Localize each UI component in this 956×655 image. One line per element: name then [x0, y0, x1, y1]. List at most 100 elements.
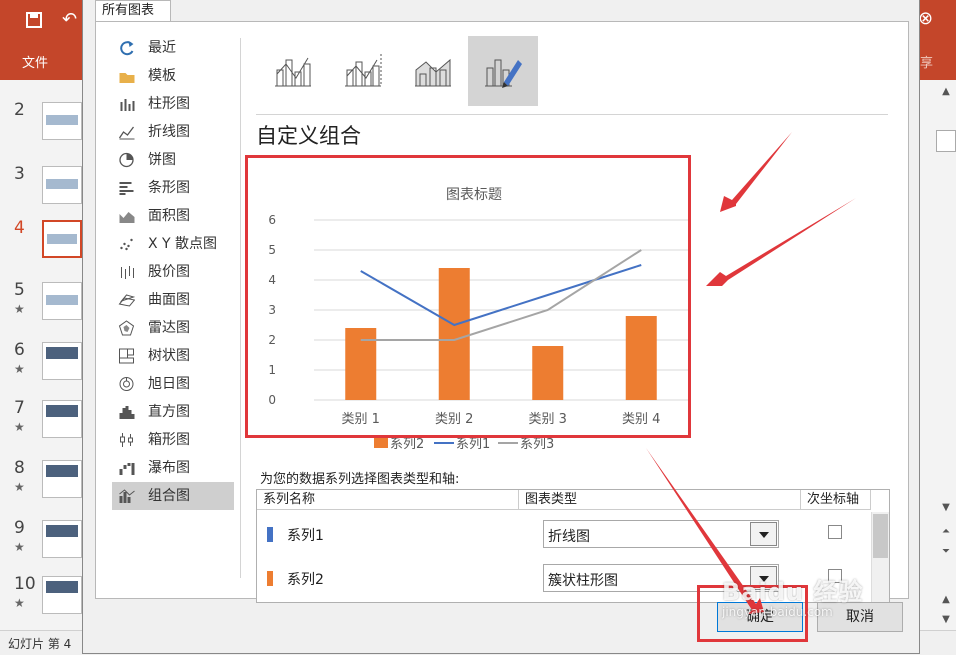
- chart-type-item[interactable]: 折线图: [112, 118, 234, 146]
- chart-type-label: 饼图: [148, 152, 176, 168]
- save-icon[interactable]: [26, 12, 42, 28]
- animation-star-icon: ★: [14, 420, 25, 434]
- chart-type-label: 瀑布图: [148, 460, 190, 476]
- legend-swatch: [374, 438, 388, 448]
- chart-type-list: 最近模板柱形图折线图饼图条形图面积图 X Y 散点图 股价图曲面图雷达图树状图旭日图…: [112, 34, 234, 510]
- series-row: 系列1 折线图: [257, 512, 877, 556]
- thumbnail-content: [46, 179, 78, 189]
- slide-counter: 幻灯片 第 4: [8, 637, 72, 651]
- chart-type-item[interactable]: 模板: [112, 62, 234, 90]
- slide-thumbnail[interactable]: [42, 576, 82, 614]
- chart-type-label: 树状图: [148, 348, 190, 364]
- scroll-down-icon[interactable]: ▼: [938, 500, 954, 516]
- slide-number: 10: [14, 574, 36, 594]
- close-icon[interactable]: ⊗: [918, 8, 933, 29]
- share-icon[interactable]: 享: [920, 52, 933, 71]
- slide-thumbnail[interactable]: [42, 342, 82, 380]
- slide-number: 2: [14, 100, 25, 120]
- chart-type-item[interactable]: 最近: [112, 34, 234, 62]
- slide-thumbnail-row[interactable]: 5 ★: [0, 280, 84, 338]
- clustered-column-line-icon[interactable]: [258, 36, 328, 106]
- thumb-scroll-down-icon[interactable]: ▼: [938, 612, 954, 628]
- slide-thumbnail-row[interactable]: 6 ★: [0, 340, 84, 398]
- chart-type-item[interactable]: 面积图: [112, 202, 234, 230]
- stock-chart-icon: [121, 266, 134, 279]
- slide-thumbnail[interactable]: [42, 460, 82, 498]
- slide-number: 6: [14, 340, 25, 360]
- highlight-frame-ok: [697, 585, 808, 642]
- series-table-scrollbar[interactable]: [871, 512, 889, 602]
- slide-thumbnail[interactable]: [42, 166, 82, 204]
- divider: [240, 38, 241, 578]
- secondary-axis-checkbox[interactable]: [828, 569, 842, 583]
- slide-thumbnail[interactable]: [42, 400, 82, 438]
- series-color-swatch: [267, 571, 273, 586]
- slide-thumbnail-row[interactable]: 10 ★: [0, 574, 84, 632]
- slide-thumbnail[interactable]: [42, 282, 82, 320]
- slide-thumbnail-row[interactable]: 2: [0, 100, 84, 158]
- chart-type-label: 旭日图: [148, 376, 190, 392]
- next-slide-icon[interactable]: ⏷: [938, 544, 954, 560]
- radar-chart-icon: [118, 320, 135, 336]
- slide-thumbnail-row[interactable]: 9 ★: [0, 518, 84, 576]
- chart-type-item[interactable]: 曲面图: [112, 286, 234, 314]
- chart-type-select[interactable]: 折线图: [543, 520, 779, 548]
- chart-type-value: 簇状柱形图: [548, 573, 618, 589]
- thumb-scroll-up-icon[interactable]: ▲: [938, 592, 954, 608]
- file-tab[interactable]: 文件: [22, 52, 48, 71]
- slide-number: 8: [14, 458, 25, 478]
- slide-thumbnail-row[interactable]: 4: [0, 218, 84, 276]
- custom-combination-icon[interactable]: [468, 36, 538, 106]
- chart-type-item[interactable]: X Y 散点图: [112, 230, 234, 258]
- chart-type-item[interactable]: 旭日图: [112, 370, 234, 398]
- undo-icon[interactable]: ↶: [62, 10, 77, 30]
- scroll-up-icon[interactable]: ▲: [938, 84, 954, 100]
- slide-number: 7: [14, 398, 25, 418]
- cancel-button[interactable]: 取消: [817, 602, 903, 632]
- chart-type-item[interactable]: 雷达图: [112, 314, 234, 342]
- chart-type-label: 条形图: [148, 180, 190, 196]
- thumbnail-content: [46, 115, 78, 125]
- chart-type-label: 曲面图: [148, 292, 190, 308]
- slide-thumbnail-row[interactable]: 3: [0, 164, 84, 222]
- divider: [256, 114, 888, 115]
- legend-label: 系列3: [520, 437, 554, 452]
- slide-thumbnail[interactable]: [42, 220, 82, 258]
- slide-thumbnail-row[interactable]: 7 ★: [0, 398, 84, 456]
- chart-type-item[interactable]: 条形图: [112, 174, 234, 202]
- chevron-down-icon[interactable]: [750, 522, 777, 546]
- chart-type-item[interactable]: 箱形图: [112, 426, 234, 454]
- stacked-area-column-icon[interactable]: [398, 36, 468, 106]
- prev-slide-icon[interactable]: ⏶: [938, 524, 954, 540]
- slide-thumbnail-row[interactable]: 8 ★: [0, 458, 84, 516]
- pie-chart-icon: [119, 152, 134, 168]
- chart-type-item[interactable]: 股价图: [112, 258, 234, 286]
- chart-type-item[interactable]: 柱形图: [112, 90, 234, 118]
- column-line-secondary-axis-icon[interactable]: [328, 36, 398, 106]
- chart-type-item[interactable]: 组合图: [112, 482, 234, 510]
- line-chart-icon: [118, 126, 135, 140]
- chart-type-item[interactable]: 饼图: [112, 146, 234, 174]
- slide-thumbnail[interactable]: [42, 520, 82, 558]
- template-icon: [119, 73, 135, 83]
- animation-star-icon: ★: [14, 596, 25, 610]
- chart-type-item[interactable]: 直方图: [112, 398, 234, 426]
- slide-number: 3: [14, 164, 25, 184]
- animation-star-icon: ★: [14, 540, 25, 554]
- chart-type-item[interactable]: 瀑布图: [112, 454, 234, 482]
- tab-all-charts[interactable]: 所有图表: [95, 0, 171, 22]
- thumbnail-content: [46, 405, 78, 417]
- chart-type-label: 柱形图: [148, 96, 190, 112]
- scrollbar-thumb[interactable]: [873, 514, 888, 558]
- chart-type-label: 组合图: [148, 488, 190, 504]
- secondary-axis-checkbox[interactable]: [828, 525, 842, 539]
- thumbnail-content: [46, 581, 78, 593]
- thumbnail-content: [47, 234, 77, 244]
- header-series-name: 系列名称: [257, 490, 519, 510]
- chart-subtype-row: [258, 36, 558, 106]
- slide-thumbnail[interactable]: [42, 102, 82, 140]
- chart-type-label: 面积图: [148, 208, 190, 224]
- chart-type-item[interactable]: 树状图: [112, 342, 234, 370]
- recent-icon: [120, 41, 134, 56]
- chart-type-label: 模板: [148, 68, 176, 84]
